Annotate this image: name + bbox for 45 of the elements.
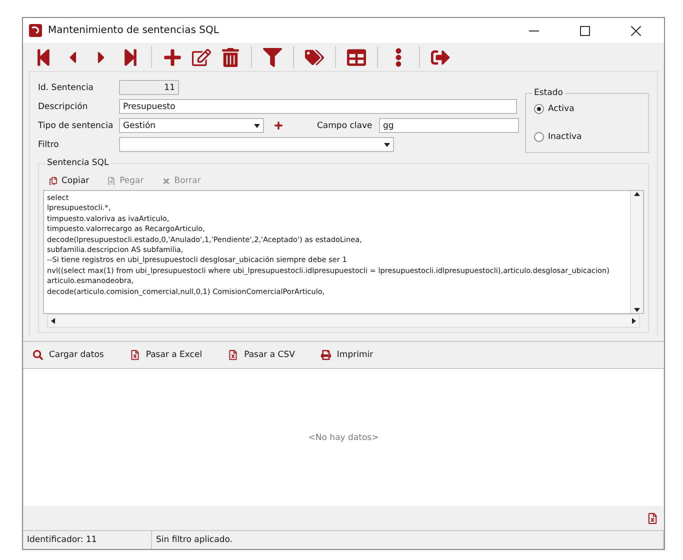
sql-action-button[interactable]: Copiar [43,176,96,186]
excel-icon[interactable] [647,512,658,524]
dropdown-caret-icon[interactable] [384,142,390,146]
radio-icon[interactable] [534,132,544,142]
toolbar-button[interactable]: Imprimir [320,350,374,360]
search-icon [33,350,43,360]
toolbar-button[interactable]: Cargar datos [33,350,104,360]
vertical-scrollbar[interactable] [630,191,643,313]
toolbar-button[interactable]: Pasar a CSV [228,350,295,360]
description-field[interactable]: Presupuesto [119,99,517,114]
radio-icon[interactable] [534,104,544,114]
x-icon [162,176,170,186]
scroll-up-icon[interactable] [634,191,640,197]
status-text: Identificador: 11 [23,531,152,549]
group-title: Estado [532,88,565,98]
sql-editor[interactable] [43,190,644,314]
field-label: Descripción [38,102,89,112]
app-logo-icon [29,24,42,37]
scroll-right-icon[interactable] [631,318,637,324]
copy-icon [49,176,58,186]
dropdown-caret-icon[interactable] [254,124,260,128]
field-label: Filtro [38,140,60,150]
printer-icon [320,350,331,360]
status-text: Sin filtro aplicado. [152,531,664,549]
excel-file-icon [228,350,238,360]
scroll-left-icon[interactable] [50,318,56,324]
empty-message: <No hay datos> [308,432,379,442]
id-field: 11 [119,80,179,95]
minimize-icon[interactable] [528,30,538,32]
maximize-icon[interactable] [580,26,590,36]
field-label: Id. Sentencia [38,82,95,92]
radio-option[interactable]: Activa [534,104,640,114]
add-icon[interactable] [274,121,283,130]
radio-option[interactable]: Inactiva [534,132,640,142]
close-icon[interactable] [630,26,640,36]
document-icon [107,176,116,186]
excel-file-icon [130,350,140,360]
field-label: Tipo de sentencia [38,120,113,130]
type-dropdown[interactable]: Gestión [119,118,264,133]
key-field-input[interactable]: gg [379,118,519,133]
window-title: Mantenimiento de sentencias SQL [48,25,220,36]
toolbar-button[interactable]: Pasar a Excel [130,350,202,360]
field-label: Campo clave [317,120,373,130]
group-title: Sentencia SQL [45,158,111,168]
horizontal-scrollbar[interactable] [47,314,640,328]
